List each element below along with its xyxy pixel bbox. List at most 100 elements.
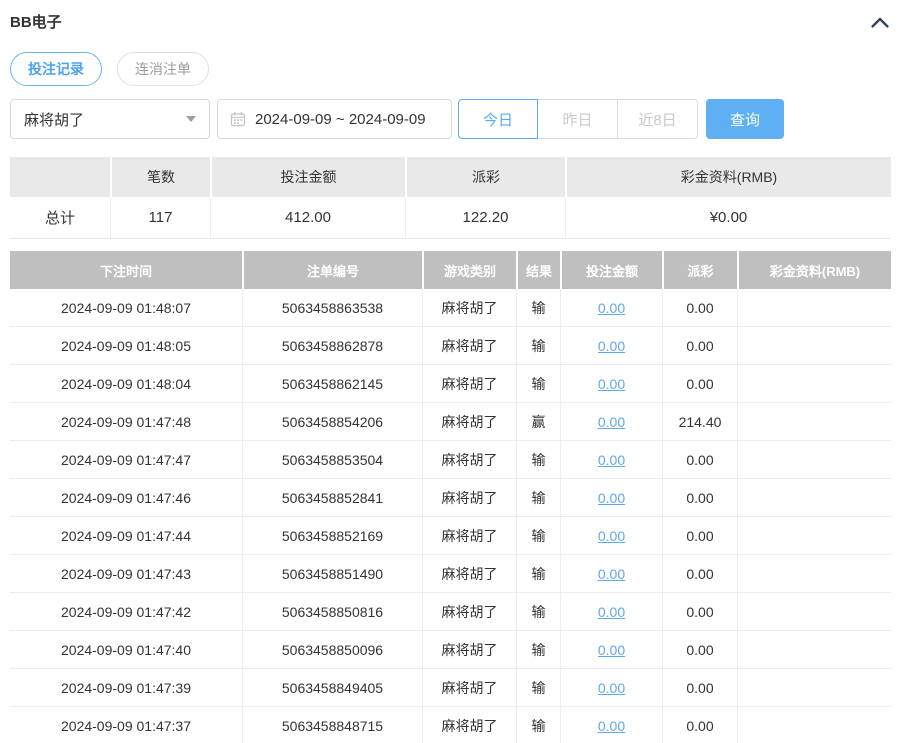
quick-range-yesterday[interactable]: 昨日 [538, 99, 618, 139]
payout-cell: 0.00 [662, 555, 737, 592]
bonus-cell [737, 669, 891, 706]
game-type-cell: 麻将胡了 [422, 517, 516, 554]
bonus-cell [737, 365, 891, 402]
payout-cell: 0.00 [662, 669, 737, 706]
header-game-type: 游戏类别 [422, 251, 516, 289]
query-button[interactable]: 查询 [706, 99, 784, 139]
order-number-cell: 5063458850096 [242, 631, 422, 668]
payout-cell: 0.00 [662, 707, 737, 743]
bet-amount-cell: 0.00 [560, 289, 662, 326]
bet-amount-link[interactable]: 0.00 [598, 490, 625, 506]
order-number-cell: 5063458862145 [242, 365, 422, 402]
table-header-row: 下注时间 注单编号 游戏类别 结果 投注金额 派彩 彩金资料(RMB) [10, 251, 891, 289]
summary-total-bet-amount: 412.00 [210, 197, 405, 238]
bet-amount-cell: 0.00 [560, 555, 662, 592]
summary-header-row: 笔数 投注金额 派彩 彩金资料(RMB) [10, 157, 891, 197]
quick-range-today[interactable]: 今日 [458, 99, 538, 139]
bet-amount-cell: 0.00 [560, 707, 662, 743]
bet-amount-link[interactable]: 0.00 [598, 718, 625, 734]
date-range-value: 2024-09-09 ~ 2024-09-09 [255, 110, 426, 128]
payout-cell: 0.00 [662, 517, 737, 554]
bet-amount-cell: 0.00 [560, 669, 662, 706]
bet-amount-link[interactable]: 0.00 [598, 338, 625, 354]
bet-amount-link[interactable]: 0.00 [598, 604, 625, 620]
payout-cell: 0.00 [662, 365, 737, 402]
bet-time-cell: 2024-09-09 01:47:44 [61, 527, 191, 544]
date-range-picker[interactable]: 2024-09-09 ~ 2024-09-09 [217, 99, 452, 139]
game-type-cell: 麻将胡了 [422, 555, 516, 592]
table-row: 2024-09-09 01:48:07 5063458863538 麻将胡了 输… [10, 289, 891, 327]
quick-range-last8days[interactable]: 近8日 [618, 99, 698, 139]
bonus-cell [737, 707, 891, 743]
payout-cell: 0.00 [662, 441, 737, 478]
quick-range-group: 今日 昨日 近8日 [458, 99, 698, 139]
bet-time-cell: 2024-09-09 01:47:39 [61, 679, 191, 696]
summary-header-bet-amount: 投注金额 [210, 157, 405, 197]
bonus-cell [737, 517, 891, 554]
bet-amount-cell: 0.00 [560, 631, 662, 668]
bet-amount-link[interactable]: 0.00 [598, 642, 625, 658]
order-number-cell: 5063458853504 [242, 441, 422, 478]
bet-time-cell: 2024-09-09 01:48:07 [61, 299, 191, 316]
result-cell: 输 [516, 441, 560, 478]
table-row: 2024-09-09 01:47:42 5063458850816 麻将胡了 输… [10, 593, 891, 631]
bet-time-cell: 2024-09-09 01:47:40 [61, 641, 191, 658]
table-row: 2024-09-09 01:48:05 5063458862878 麻将胡了 输… [10, 327, 891, 365]
result-cell: 输 [516, 517, 560, 554]
bonus-cell [737, 441, 891, 478]
payout-cell: 0.00 [662, 327, 737, 364]
game-type-cell: 麻将胡了 [422, 403, 516, 440]
order-number-cell: 5063458852169 [242, 517, 422, 554]
header-bet-amount: 投注金额 [560, 251, 662, 289]
summary-total-bonus: ¥0.00 [565, 197, 891, 238]
table-row: 2024-09-09 01:47:40 5063458850096 麻将胡了 输… [10, 631, 891, 669]
order-number-cell: 5063458849405 [242, 669, 422, 706]
bet-amount-cell: 0.00 [560, 517, 662, 554]
bet-amount-link[interactable]: 0.00 [598, 566, 625, 582]
table-row: 2024-09-09 01:47:44 5063458852169 麻将胡了 输… [10, 517, 891, 555]
record-tabs: 投注记录 连消注单 [10, 52, 891, 86]
bet-amount-cell: 0.00 [560, 441, 662, 478]
bet-records-panel: BB电子 投注记录 连消注单 麻将胡了 2024-09-09 ~ 2024-09… [0, 0, 901, 743]
table-row: 2024-09-09 01:47:48 5063458854206 麻将胡了 赢… [10, 403, 891, 441]
game-type-cell: 麻将胡了 [422, 707, 516, 743]
summary-total-row: 总计 117 412.00 122.20 ¥0.00 [10, 197, 891, 239]
bet-amount-link[interactable]: 0.00 [598, 528, 625, 544]
payout-cell: 214.40 [662, 403, 737, 440]
order-number-cell: 5063458852841 [242, 479, 422, 516]
order-number-cell: 5063458863538 [242, 289, 422, 326]
summary-header-bonus: 彩金资料(RMB) [565, 157, 891, 197]
bet-time-cell: 2024-09-09 01:48:04 [61, 375, 191, 392]
bet-amount-link[interactable]: 0.00 [598, 452, 625, 468]
tab-cancelled-orders[interactable]: 连消注单 [117, 52, 209, 86]
bet-amount-link[interactable]: 0.00 [598, 300, 625, 316]
bet-amount-link[interactable]: 0.00 [598, 414, 625, 430]
game-type-select[interactable]: 麻将胡了 [10, 99, 210, 139]
table-row: 2024-09-09 01:48:04 5063458862145 麻将胡了 输… [10, 365, 891, 403]
bet-amount-cell: 0.00 [560, 403, 662, 440]
game-type-value: 麻将胡了 [24, 111, 85, 129]
summary-header-blank [10, 157, 110, 197]
order-number-cell: 5063458851490 [242, 555, 422, 592]
tab-bet-records[interactable]: 投注记录 [10, 52, 102, 86]
calendar-icon [230, 112, 246, 127]
collapse-section-button[interactable] [869, 14, 891, 30]
bonus-cell [737, 289, 891, 326]
bet-amount-link[interactable]: 0.00 [598, 376, 625, 392]
order-number-cell: 5063458848715 [242, 707, 422, 743]
game-type-cell: 麻将胡了 [422, 593, 516, 630]
game-type-cell: 麻将胡了 [422, 479, 516, 516]
bet-time-cell: 2024-09-09 01:47:48 [61, 413, 191, 430]
tab-label: 投注记录 [28, 61, 84, 77]
bet-amount-cell: 0.00 [560, 327, 662, 364]
summary-header-payout: 派彩 [405, 157, 565, 197]
payout-cell: 0.00 [662, 593, 737, 630]
filter-bar: 麻将胡了 2024-09-09 ~ 2024-09-09 今日 昨日 近8日 查… [10, 99, 891, 139]
result-cell: 输 [516, 327, 560, 364]
page-title: BB电子 [10, 14, 62, 31]
bet-time-cell: 2024-09-09 01:47:43 [61, 565, 191, 582]
summary-header-count: 笔数 [110, 157, 210, 197]
bet-time-cell: 2024-09-09 01:47:42 [61, 603, 191, 620]
chevron-up-icon [871, 17, 889, 28]
bet-amount-link[interactable]: 0.00 [598, 680, 625, 696]
